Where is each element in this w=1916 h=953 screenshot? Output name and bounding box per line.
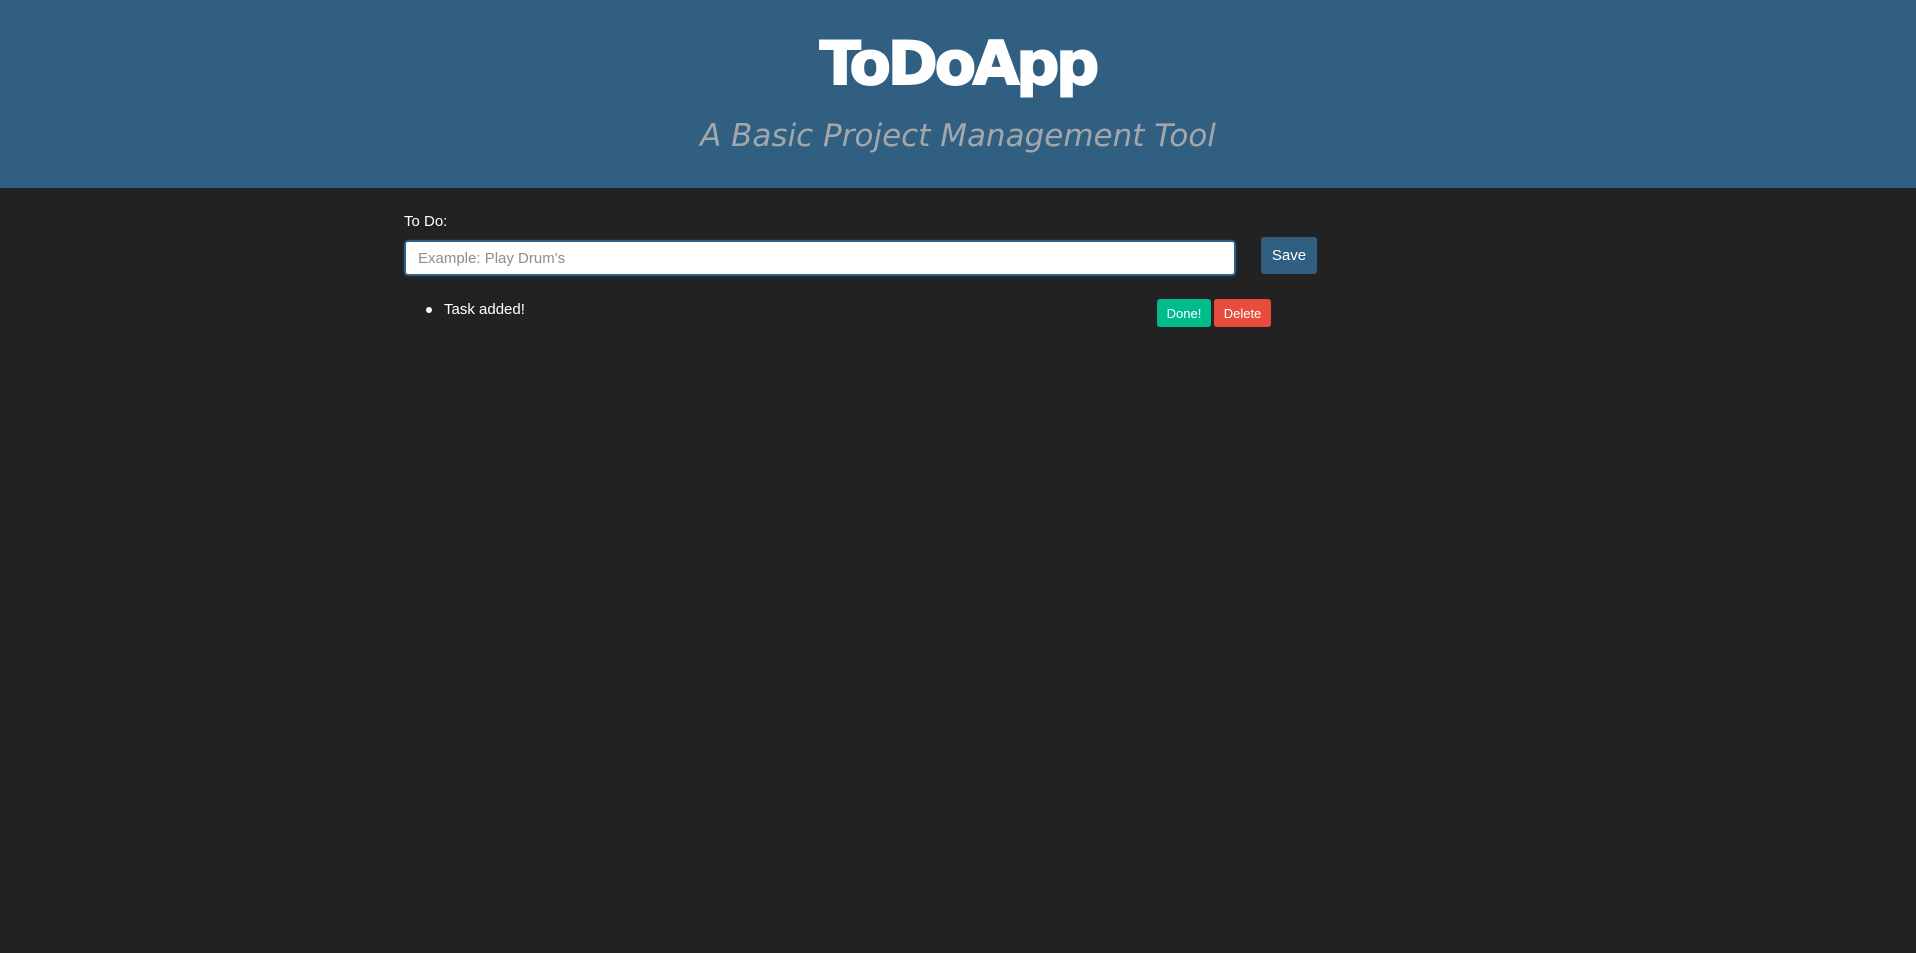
save-button[interactable]: Save	[1261, 237, 1317, 274]
delete-button[interactable]: Delete	[1214, 299, 1271, 327]
bullet-icon	[426, 307, 432, 313]
app-header: ToDoApp A Basic Project Management Tool	[0, 0, 1916, 188]
todo-label: To Do:	[404, 213, 448, 230]
app-title: ToDoApp	[819, 28, 1101, 100]
task-list: Task added! Done! Delete	[404, 298, 1272, 330]
todo-input[interactable]	[404, 240, 1236, 276]
done-button[interactable]: Done!	[1157, 299, 1211, 327]
task-text: Task added!	[444, 301, 525, 318]
app-subtitle: A Basic Project Management Tool	[700, 118, 1216, 154]
task-item: Task added! Done! Delete	[404, 298, 1272, 330]
